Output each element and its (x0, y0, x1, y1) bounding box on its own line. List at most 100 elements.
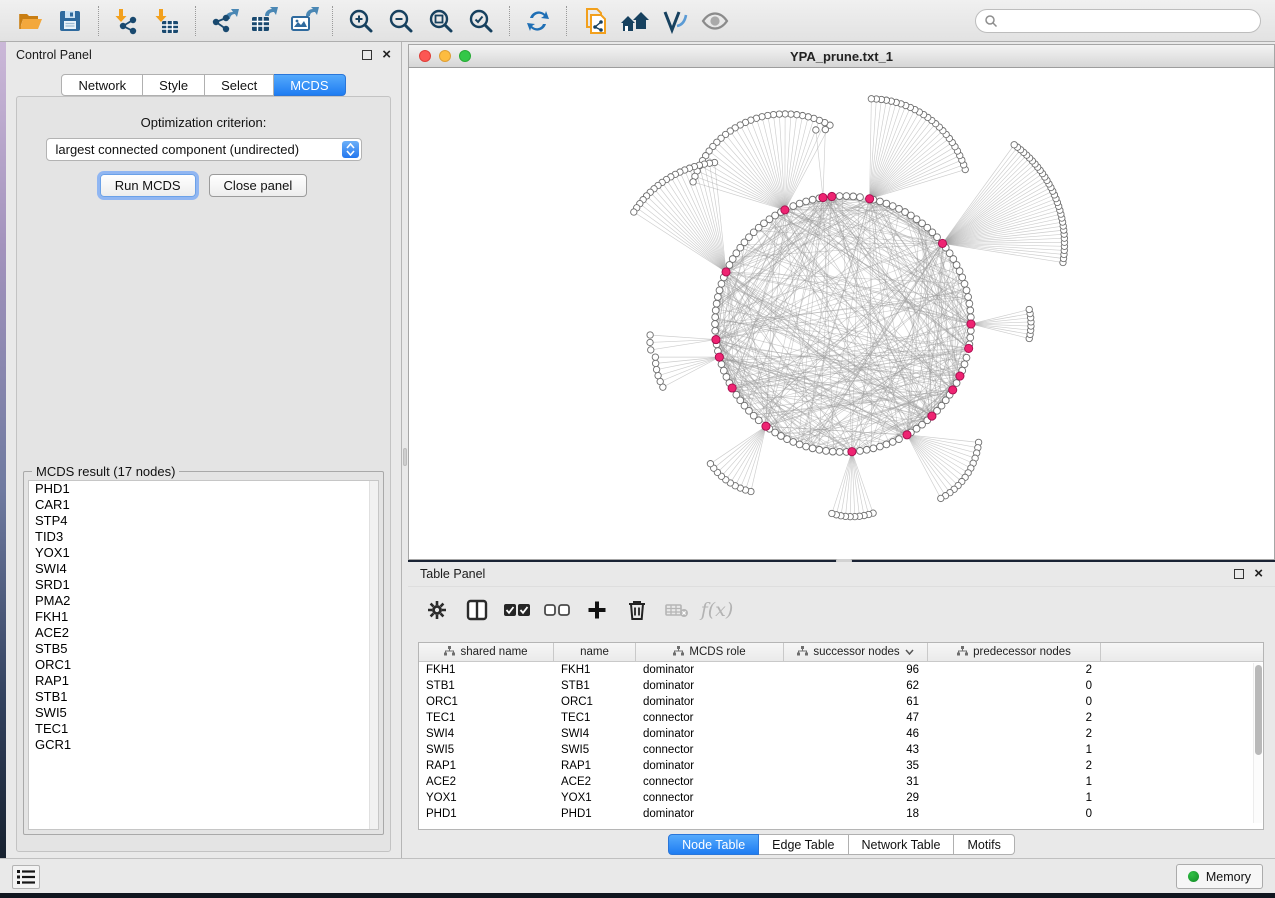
cell-shared-name[interactable]: ORC1 (419, 696, 554, 708)
table-row[interactable]: FKH1FKH1dominator962 (419, 662, 1263, 678)
cell-predecessor-nodes[interactable]: 0 (928, 808, 1101, 820)
float-table-panel-icon[interactable] (1234, 569, 1244, 579)
network-window-titlebar[interactable]: YPA_prune.txt_1 (408, 44, 1275, 68)
cell-MCDS-role[interactable]: connector (636, 712, 784, 724)
cell-MCDS-role[interactable]: dominator (636, 728, 784, 740)
cell-predecessor-nodes[interactable]: 1 (928, 744, 1101, 756)
export-image-icon[interactable] (287, 5, 321, 37)
select-all-checkboxes-icon[interactable] (502, 595, 532, 625)
nodes-layer[interactable] (631, 96, 1068, 520)
cell-predecessor-nodes[interactable]: 2 (928, 728, 1101, 740)
clone-network-icon[interactable] (578, 5, 612, 37)
table-scrollbar-thumb[interactable] (1255, 665, 1262, 755)
cell-predecessor-nodes[interactable]: 1 (928, 776, 1101, 788)
cell-MCDS-role[interactable]: dominator (636, 696, 784, 708)
cell-successor-nodes[interactable]: 31 (784, 776, 928, 788)
mcds-result-item[interactable]: CAR1 (29, 497, 378, 513)
import-network-icon[interactable] (110, 5, 144, 37)
cell-name[interactable]: RAP1 (554, 760, 636, 772)
cell-MCDS-role[interactable]: connector (636, 776, 784, 788)
mcds-result-item[interactable]: ACE2 (29, 625, 378, 641)
cell-name[interactable]: PHD1 (554, 808, 636, 820)
mcds-result-item[interactable]: PMA2 (29, 593, 378, 609)
cell-name[interactable]: ORC1 (554, 696, 636, 708)
mcds-result-item[interactable]: TEC1 (29, 721, 378, 737)
cell-shared-name[interactable]: STB1 (419, 680, 554, 692)
column-header-successor-nodes[interactable]: successor nodes (784, 643, 928, 661)
result-list-scrollbar[interactable] (369, 481, 378, 829)
mcds-result-item[interactable]: YOX1 (29, 545, 378, 561)
zoom-in-icon[interactable] (344, 5, 378, 37)
delete-columns-trash-icon[interactable] (622, 595, 652, 625)
close-panel-icon[interactable]: × (382, 50, 391, 60)
cell-name[interactable]: SWI5 (554, 744, 636, 756)
cell-name[interactable]: FKH1 (554, 664, 636, 676)
mcds-result-item[interactable]: STB5 (29, 641, 378, 657)
tab-network-table[interactable]: Network Table (849, 834, 955, 855)
network-canvas[interactable] (408, 68, 1275, 560)
zoom-out-icon[interactable] (384, 5, 418, 37)
table-settings-gear-icon[interactable] (422, 595, 452, 625)
cell-shared-name[interactable]: SWI4 (419, 728, 554, 740)
toggle-graphics-details-icon[interactable] (658, 5, 692, 37)
mcds-result-item[interactable]: SWI4 (29, 561, 378, 577)
run-mcds-button[interactable]: Run MCDS (100, 174, 196, 197)
tab-edge-table[interactable]: Edge Table (759, 834, 848, 855)
mcds-result-item[interactable]: FKH1 (29, 609, 378, 625)
mcds-result-item[interactable]: SWI5 (29, 705, 378, 721)
zoom-selected-icon[interactable] (464, 5, 498, 37)
cell-predecessor-nodes[interactable]: 0 (928, 680, 1101, 692)
mcds-result-item[interactable]: TID3 (29, 529, 378, 545)
cell-shared-name[interactable]: PHD1 (419, 808, 554, 820)
search-input[interactable] (998, 11, 1260, 31)
table-row[interactable]: RAP1RAP1dominator352 (419, 758, 1263, 774)
float-panel-icon[interactable] (362, 50, 372, 60)
mcds-result-item[interactable]: SRD1 (29, 577, 378, 593)
cell-successor-nodes[interactable]: 43 (784, 744, 928, 756)
tab-mcds[interactable]: MCDS (274, 74, 345, 96)
cell-successor-nodes[interactable]: 61 (784, 696, 928, 708)
cell-MCDS-role[interactable]: dominator (636, 680, 784, 692)
show-task-history-button[interactable] (12, 865, 40, 889)
cell-predecessor-nodes[interactable]: 2 (928, 760, 1101, 772)
column-header-shared-name[interactable]: shared name (419, 643, 554, 661)
network-graph[interactable] (409, 68, 1274, 558)
close-panel-button[interactable]: Close panel (209, 174, 308, 197)
column-header-MCDS-role[interactable]: MCDS role (636, 643, 784, 661)
column-header-predecessor-nodes[interactable]: predecessor nodes (928, 643, 1101, 661)
tab-node-table[interactable]: Node Table (668, 834, 759, 855)
save-session-icon[interactable] (53, 5, 87, 37)
cell-MCDS-role[interactable]: dominator (636, 808, 784, 820)
optimization-criterion-select[interactable]: largest connected component (undirected) (46, 138, 362, 161)
cell-predecessor-nodes[interactable]: 2 (928, 712, 1101, 724)
mcds-result-item[interactable]: PHD1 (29, 481, 378, 497)
open-file-icon[interactable] (13, 5, 47, 37)
cell-name[interactable]: SWI4 (554, 728, 636, 740)
mcds-result-list[interactable]: PHD1CAR1STP4TID3YOX1SWI4SRD1PMA2FKH1ACE2… (28, 480, 379, 830)
tab-select[interactable]: Select (205, 74, 274, 96)
mcds-result-item[interactable]: STB1 (29, 689, 378, 705)
tab-motifs[interactable]: Motifs (954, 834, 1014, 855)
network-search-box[interactable] (975, 9, 1261, 33)
show-hide-eye-icon[interactable] (698, 5, 732, 37)
export-network-icon[interactable] (207, 5, 241, 37)
cell-successor-nodes[interactable]: 47 (784, 712, 928, 724)
table-row[interactable]: ACE2ACE2connector311 (419, 774, 1263, 790)
cell-successor-nodes[interactable]: 29 (784, 792, 928, 804)
mcds-result-item[interactable]: RAP1 (29, 673, 378, 689)
import-table-icon[interactable] (150, 5, 184, 37)
show-columns-icon[interactable] (462, 595, 492, 625)
cell-predecessor-nodes[interactable]: 1 (928, 792, 1101, 804)
cell-name[interactable]: TEC1 (554, 712, 636, 724)
cell-shared-name[interactable]: TEC1 (419, 712, 554, 724)
cell-shared-name[interactable]: ACE2 (419, 776, 554, 788)
table-row[interactable]: YOX1YOX1connector291 (419, 790, 1263, 806)
table-scrollbar[interactable] (1253, 663, 1262, 823)
cell-successor-nodes[interactable]: 62 (784, 680, 928, 692)
cell-MCDS-role[interactable]: dominator (636, 760, 784, 772)
tab-style[interactable]: Style (143, 74, 205, 96)
show-all-networks-icon[interactable] (618, 5, 652, 37)
mcds-result-item[interactable]: ORC1 (29, 657, 378, 673)
apply-layout-icon[interactable] (521, 5, 555, 37)
cell-successor-nodes[interactable]: 96 (784, 664, 928, 676)
